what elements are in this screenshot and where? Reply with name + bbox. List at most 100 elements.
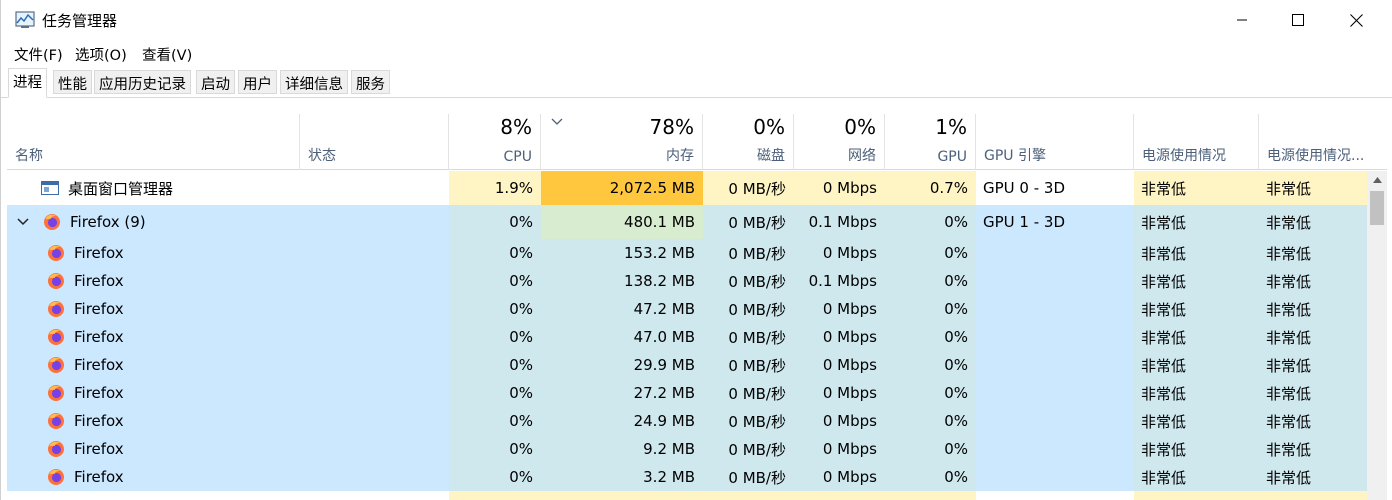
column-header-memory[interactable]: 78% 内存 [541, 114, 703, 170]
cell-partial [1134, 491, 1259, 500]
tab-processes[interactable]: 进程 [8, 68, 47, 98]
firefox-icon [48, 469, 64, 485]
value-mem: 29.9 MB [633, 356, 695, 374]
column-header-network[interactable]: 0% 网络 [794, 114, 885, 170]
cell-power-trend: 非常低 [1259, 267, 1367, 295]
tab-users[interactable]: 用户 [238, 70, 277, 94]
column-header-power-usage-trend[interactable]: 电源使用情况... [1259, 114, 1387, 170]
scroll-thumb[interactable] [1370, 191, 1384, 225]
process-name: Firefox [74, 244, 124, 262]
value-net: 0 Mbps [822, 179, 877, 197]
value-gpu: 0% [944, 272, 968, 290]
cell-net: 0 Mbps [794, 295, 885, 323]
tab-details[interactable]: 详细信息 [280, 70, 348, 94]
cell-disk: 0 MB/秒 [703, 205, 794, 239]
cell-power: 非常低 [1134, 239, 1259, 267]
cell-gpu-engine [976, 463, 1134, 491]
cell-cpu: 0% [449, 295, 541, 323]
menu-options[interactable]: 选项(O) [75, 44, 127, 65]
cell-net: 0 Mbps [794, 323, 885, 351]
cell-net: 0.1 Mbps [794, 267, 885, 295]
cell-cpu: 0% [449, 463, 541, 491]
cell-name: Firefox [7, 239, 449, 267]
process-row[interactable]: Firefox 0% 47.2 MB 0 MB/秒 0 Mbps 0% 非常低 非常低 [7, 295, 1367, 323]
value-cpu: 0% [509, 356, 533, 374]
column-header-cpu[interactable]: 8% CPU [449, 114, 541, 170]
process-row[interactable]: Firefox 0% 27.2 MB 0 MB/秒 0 Mbps 0% 非常低 非常低 [7, 379, 1367, 407]
close-button[interactable] [1333, 0, 1379, 40]
vertical-scrollbar[interactable] [1367, 171, 1387, 500]
column-header-name[interactable]: 名称 [7, 114, 300, 170]
cell-disk: 0 MB/秒 [703, 323, 794, 351]
cell-cpu: 0% [449, 239, 541, 267]
process-row[interactable]: Firefox 0% 47.0 MB 0 MB/秒 0 Mbps 0% 非常低 非常低 [7, 323, 1367, 351]
column-header-disk[interactable]: 0% 磁盘 [703, 114, 794, 170]
cell-gpu-engine: GPU 0 - 3D [976, 171, 1134, 205]
value-net: 0 Mbps [822, 328, 877, 346]
cell-gpu: 0% [885, 463, 976, 491]
cell-gpu-engine [976, 379, 1134, 407]
cell-disk: 0 MB/秒 [703, 267, 794, 295]
column-header-status[interactable]: 状态 [300, 114, 449, 170]
task-manager-window: 任务管理器 文件(F) 选项(O) 查看(V) 进程 性能 应用历史记录 启动 … [0, 0, 1392, 500]
cell-partial [541, 491, 703, 500]
value-mem: 3.2 MB [643, 468, 695, 486]
cell-power: 非常低 [1134, 407, 1259, 435]
title-bar[interactable]: 任务管理器 [1, 0, 1392, 40]
menu-file[interactable]: 文件(F) [14, 44, 63, 65]
value-power-trend: 非常低 [1266, 440, 1312, 459]
cell-power: 非常低 [1134, 267, 1259, 295]
column-header-power-usage[interactable]: 电源使用情况 [1134, 114, 1259, 170]
cell-disk: 0 MB/秒 [703, 463, 794, 491]
process-row[interactable]: Firefox 0% 29.9 MB 0 MB/秒 0 Mbps 0% 非常低 非常低 [7, 351, 1367, 379]
cpu-total-percent: 8% [500, 115, 532, 139]
process-name: Firefox (9) [70, 213, 146, 231]
value-disk: 0 MB/秒 [728, 440, 786, 459]
cell-power: 非常低 [1134, 205, 1259, 239]
process-row[interactable]: Firefox 0% 3.2 MB 0 MB/秒 0 Mbps 0% 非常低 非常低 [7, 463, 1367, 491]
cell-power: 非常低 [1134, 379, 1259, 407]
process-name: Firefox [74, 356, 124, 374]
value-gpu-engine: GPU 1 - 3D [983, 213, 1066, 231]
cell-gpu: 0% [885, 239, 976, 267]
value-power: 非常低 [1141, 412, 1187, 431]
process-row[interactable]: Firefox 0% 138.2 MB 0 MB/秒 0.1 Mbps 0% 非常低 非常低 [7, 267, 1367, 295]
firefox-icon [48, 301, 64, 317]
process-row[interactable]: Firefox 0% 9.2 MB 0 MB/秒 0 Mbps 0% 非常低 非常低 [7, 435, 1367, 463]
tab-startup[interactable]: 启动 [196, 70, 235, 94]
process-row[interactable]: Firefox 0% 153.2 MB 0 MB/秒 0 Mbps 0% 非常低 非常低 [7, 239, 1367, 267]
cell-power: 非常低 [1134, 351, 1259, 379]
tab-services[interactable]: 服务 [351, 70, 390, 94]
tab-performance[interactable]: 性能 [53, 70, 92, 94]
scroll-up-button[interactable] [1367, 171, 1387, 189]
cell-disk: 0 MB/秒 [703, 171, 794, 205]
process-table-header: 名称 状态 8% CPU 78% 内存 0% 磁盘 0% 网络 1% GPU G… [7, 114, 1387, 170]
column-header-gpu[interactable]: 1% GPU [885, 114, 976, 170]
value-mem: 480.1 MB [624, 213, 695, 231]
value-gpu: 0% [944, 300, 968, 318]
value-net: 0 Mbps [822, 356, 877, 374]
cell-gpu-engine [976, 351, 1134, 379]
cell-gpu-engine: GPU 1 - 3D [976, 205, 1134, 239]
minimize-button[interactable] [1219, 0, 1265, 40]
maximize-button[interactable] [1275, 0, 1321, 40]
menu-view[interactable]: 查看(V) [142, 44, 192, 65]
cell-net: 0 Mbps [794, 379, 885, 407]
process-row-partial[interactable] [7, 491, 1367, 500]
process-row[interactable]: 桌面窗口管理器 1.9% 2,072.5 MB 0 MB/秒 0 Mbps 0.7% GPU… [7, 171, 1367, 205]
cell-power: 非常低 [1134, 435, 1259, 463]
value-net: 0.1 Mbps [808, 272, 877, 290]
value-cpu: 0% [509, 384, 533, 402]
process-group-row[interactable]: Firefox (9) 0% 480.1 MB 0 MB/秒 0.1 Mbps 0% GPU… [7, 205, 1367, 239]
cell-name: Firefox [7, 351, 449, 379]
firefox-icon [48, 357, 64, 373]
cell-partial [1259, 491, 1367, 500]
collapse-chevron-icon[interactable] [17, 218, 29, 226]
cell-gpu-engine [976, 295, 1134, 323]
column-header-gpu-engine[interactable]: GPU 引擎 [976, 114, 1134, 170]
process-row[interactable]: Firefox 0% 24.9 MB 0 MB/秒 0 Mbps 0% 非常低 非常低 [7, 407, 1367, 435]
tab-app-history[interactable]: 应用历史记录 [94, 70, 191, 94]
value-power-trend: 非常低 [1266, 179, 1312, 198]
value-power: 非常低 [1141, 468, 1187, 487]
cell-power-trend: 非常低 [1259, 323, 1367, 351]
